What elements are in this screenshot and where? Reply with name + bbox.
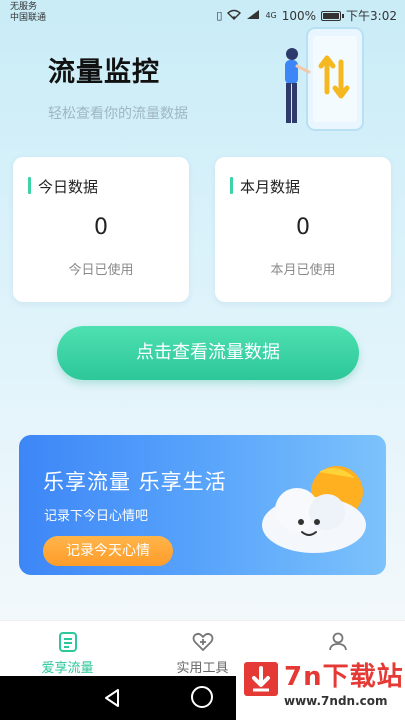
month-data-card[interactable]: 本月数据 0 本月已使用	[215, 157, 391, 302]
wifi-icon	[227, 9, 242, 23]
nav-item-traffic[interactable]: 爱享流量	[0, 621, 135, 677]
view-traffic-data-button[interactable]: 点击查看流量数据	[57, 326, 359, 380]
page-title: 流量监控	[48, 57, 160, 88]
network-type: 4G	[265, 11, 277, 20]
banner-title: 乐享流量 乐享生活	[43, 470, 227, 494]
carrier-line-2: 中国联通	[10, 13, 47, 23]
mood-banner[interactable]: 乐享流量 乐享生活 记录下今日心情吧 记录今天心情	[19, 435, 386, 575]
today-data-caption: 今日已使用	[68, 263, 134, 278]
phone-person-illustration	[285, 27, 364, 131]
vibrate-icon: ▯	[216, 9, 223, 22]
back-triangle-icon[interactable]	[103, 688, 121, 708]
nav-label-traffic: 爱享流量	[41, 661, 94, 676]
document-icon	[58, 632, 77, 652]
sun-cloud-icon	[262, 466, 366, 553]
watermark-url: www.7ndn.com	[284, 694, 388, 708]
banner-subtitle: 记录下今日心情吧	[44, 509, 149, 524]
site-watermark: 7n下载站 www.7ndn.com	[236, 650, 405, 720]
month-data-label: 本月数据	[230, 176, 300, 197]
carrier-line-1: 无服务	[10, 2, 38, 12]
home-circle-icon[interactable]	[191, 686, 213, 708]
battery-icon	[321, 10, 345, 21]
today-data-card[interactable]: 今日数据 0 今日已使用	[13, 157, 189, 302]
download-arrow-icon	[244, 662, 278, 696]
page-subtitle: 轻松查看你的流量数据	[48, 106, 188, 122]
heart-plus-icon	[192, 632, 213, 652]
today-data-label: 今日数据	[28, 176, 98, 197]
carrier-info: 无服务 中国联通	[10, 2, 46, 24]
today-data-value: 0	[94, 215, 108, 240]
month-data-caption: 本月已使用	[270, 263, 336, 278]
month-data-value: 0	[296, 215, 310, 240]
app-screen: 无服务 中国联通 ▯ 4G 100% 下午3:02 流量监控 轻松查看你的流量数…	[0, 0, 405, 720]
signal-icon	[246, 9, 260, 23]
watermark-text: 7n下载站	[284, 662, 404, 692]
record-mood-button[interactable]: 记录今天心情	[43, 536, 173, 566]
